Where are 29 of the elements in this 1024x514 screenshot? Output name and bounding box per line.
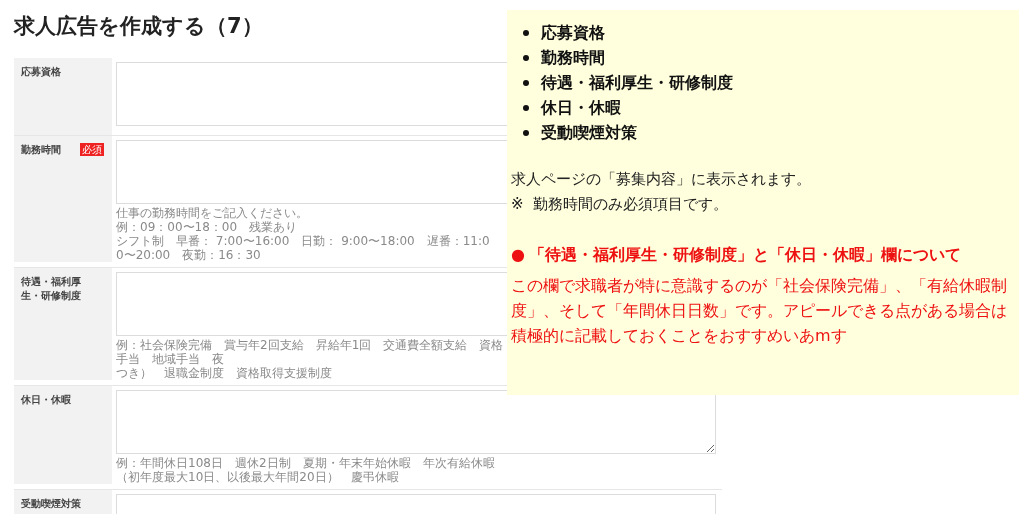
field-label: 受動喫煙対策 [21,497,82,511]
bullet-icon [523,54,529,61]
page-title: 求人広告を作成する（7） [14,13,263,40]
dot-marker: ● [511,244,526,266]
hint-text: つき） 退職金制度 資格取得支援制度 [116,366,333,380]
field-label: 応募資格 [21,65,62,79]
note-bullet: 受動喫煙対策 [541,122,637,144]
required-badge: 必須 [80,143,104,156]
bullet-icon [523,104,529,111]
hint-text: 例：年間休日108日 週休2日制 夏期・年末年始休暇 年次有給休暇（初年度最大10日、以後最大年間20日） 慶弔休暇 [116,456,496,484]
note-bullet: 休日・休暇 [541,97,621,119]
field-label: 休日・休暇 [21,393,72,407]
note-bullet: 待遇・福利厚生・研修制度 [541,72,733,94]
note-text: 求人ページの「募集内容」に表示されます。 [511,169,812,190]
note-bullet: 勤務時間 [541,47,605,69]
hint-text: シフト制 早番： 7:00〜16:00 日勤： 9:00〜18:00 遅番：11:00〜20:00 夜勤：16：30 [116,234,491,262]
note-bullet: 応募資格 [541,22,605,44]
note-heading: 「待遇・福利厚生・研修制度」と「休日・休暇」欄について [529,244,962,266]
hint-text: 例：09：00〜18：00 残業あり [116,220,299,234]
input-field[interactable] [116,390,716,454]
hint-text: 例：社会保険完備 賞与年2回支給 昇給年1回 交通費全額支給 資格手当 地域手当 夜 [116,338,504,366]
field-label: 待遇・福利厚生・研修制度 [21,275,82,303]
hint-text: 仕事の勤務時間をご記入ください。 [116,206,309,220]
bullet-icon [523,79,529,86]
field-label: 勤務時間 [21,143,62,157]
note-body: この欄で求職者が特に意識するのが「社会保険完備」、「有給休暇制度」、そして「年間休日日数」です。アピールできる点がある場合は積極的に記載しておくことをおすすめいあmす [511,275,1008,347]
bullet-icon [523,129,529,136]
note-text: ※ 勤務時間のみ必須項目です。 [511,194,730,215]
bullet-icon [523,29,529,36]
